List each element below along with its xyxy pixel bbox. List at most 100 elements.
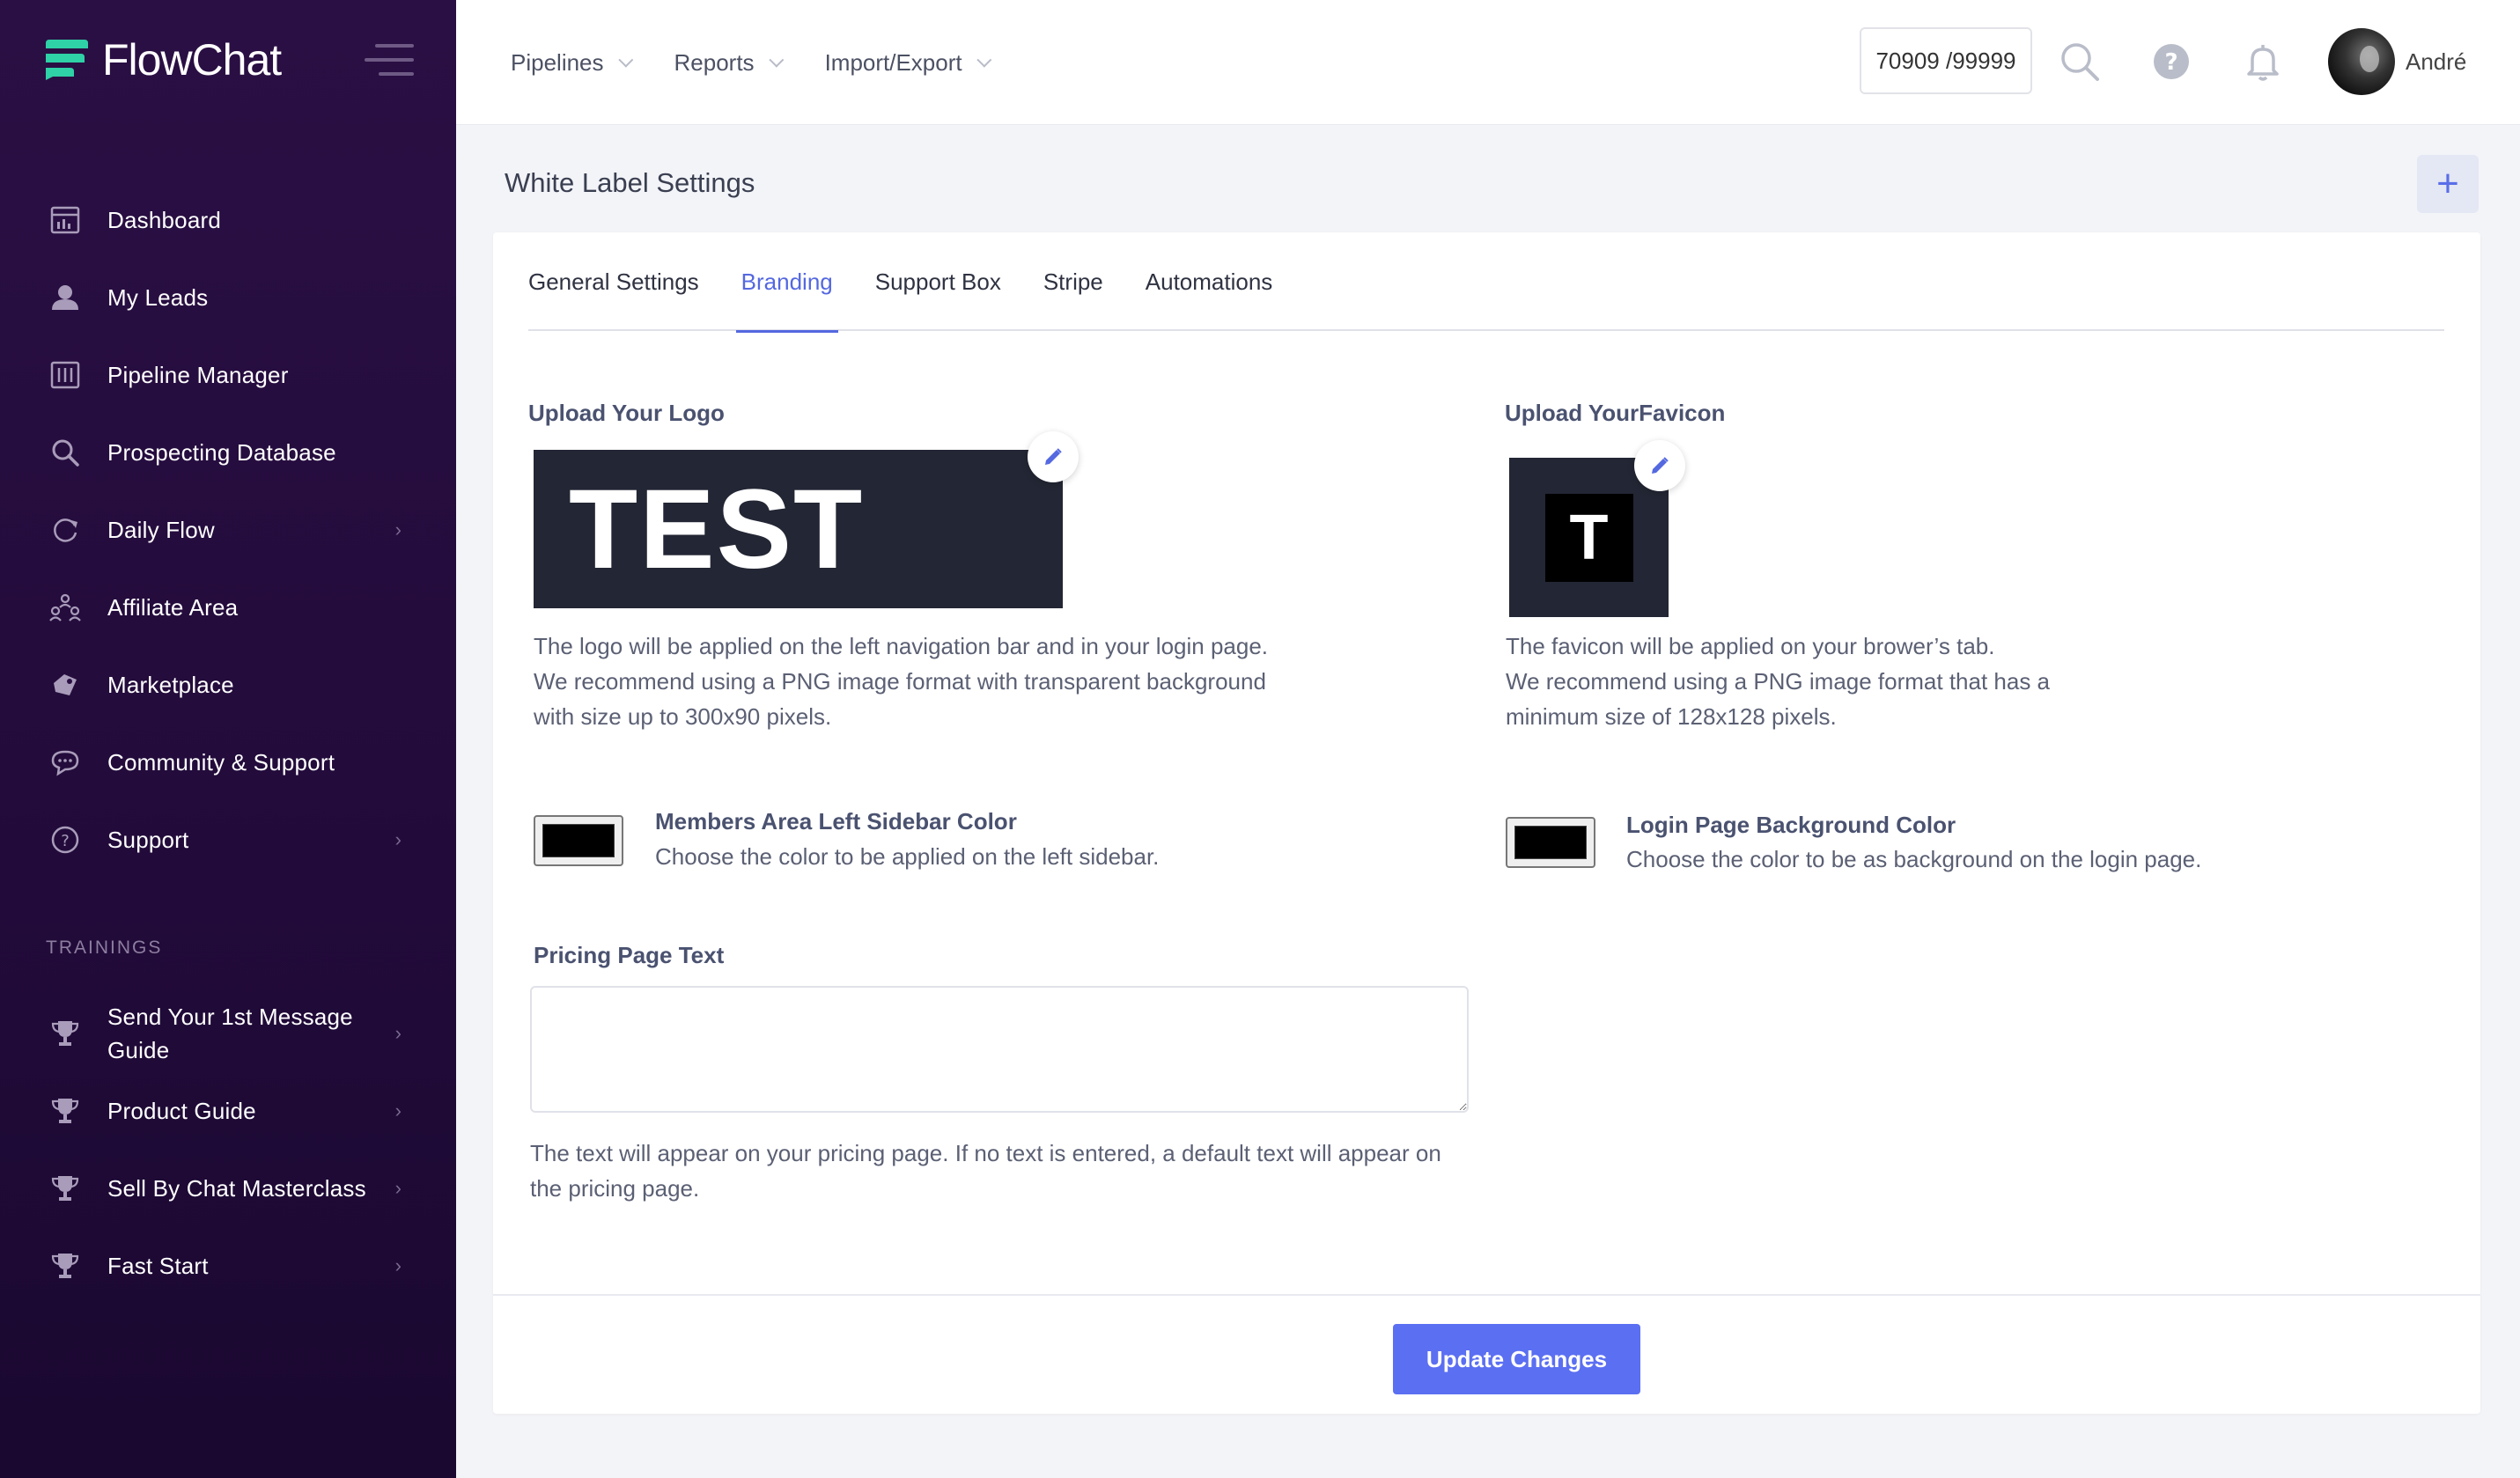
flowchat-logo-icon <box>46 40 88 80</box>
settings-card: General Settings Branding Support Box St… <box>493 232 2480 1414</box>
user-menu[interactable]: André <box>2328 28 2466 95</box>
sidebar-item-label: Fast Start <box>107 1252 209 1279</box>
login-bg-color-fill <box>1514 826 1587 859</box>
sidebar-item-label: Daily Flow <box>107 516 215 543</box>
sidebar-item-sell-by-chat-masterclass[interactable]: Sell By Chat Masterclass › <box>0 1150 456 1227</box>
tab-stripe[interactable]: Stripe <box>1043 232 1103 331</box>
affiliate-icon <box>49 592 81 623</box>
sidebar-item-affiliate-area[interactable]: Affiliate Area <box>0 569 456 646</box>
sidebar-item-product-guide[interactable]: Product Guide › <box>0 1072 456 1150</box>
user-icon <box>49 282 81 313</box>
sidebar-item-label: Prospecting Database <box>107 438 336 466</box>
tab-automations[interactable]: Automations <box>1146 232 1273 331</box>
pipeline-icon <box>49 359 81 391</box>
sidebar-item-pipeline-manager[interactable]: Pipeline Manager <box>0 336 456 414</box>
sidebar-color-label: Members Area Left Sidebar Color <box>655 808 1017 835</box>
pencil-icon <box>1652 457 1669 474</box>
sidebar-item-daily-flow[interactable]: Daily Flow › <box>0 491 456 569</box>
chevron-right-icon: › <box>394 1022 402 1044</box>
svg-text:?: ? <box>2164 49 2177 76</box>
sidebar-item-label: My Leads <box>107 283 209 311</box>
login-bg-color-label: Login Page Background Color <box>1626 812 1956 838</box>
chevron-right-icon: › <box>394 1254 402 1276</box>
logo-preview[interactable]: TEST <box>534 450 1063 608</box>
favicon-label: Upload YourFavicon <box>1505 400 1726 426</box>
trophy-icon <box>49 1250 81 1282</box>
sidebar-item-community-support[interactable]: Community & Support <box>0 724 456 801</box>
edit-favicon-button[interactable] <box>1634 440 1685 491</box>
avatar <box>2328 28 2395 95</box>
chat-icon <box>49 746 81 778</box>
login-bg-color-picker[interactable] <box>1506 817 1595 868</box>
tab-branding[interactable]: Branding <box>735 232 838 333</box>
sidebar-item-label: Marketplace <box>107 671 234 698</box>
trainings-nav: Send Your 1st Message Guide › Product Gu… <box>0 995 456 1305</box>
help-icon: ? <box>49 824 81 856</box>
bell-icon[interactable] <box>2242 40 2284 83</box>
chevron-right-icon: › <box>394 1099 402 1121</box>
pricing-text-label: Pricing Page Text <box>534 942 725 968</box>
top-menu-reports[interactable]: Reports <box>674 49 784 77</box>
sidebar-item-fast-start[interactable]: Fast Start › <box>0 1227 456 1305</box>
top-menu-pipelines[interactable]: Pipelines <box>511 49 633 77</box>
sidebar-item-marketplace[interactable]: Marketplace <box>0 646 456 724</box>
brand-name: FlowChat <box>102 35 282 85</box>
chevron-down-icon <box>617 52 633 68</box>
sidebar-color-help: Choose the color to be applied on the le… <box>655 843 1160 870</box>
logo-preview-text: TEST <box>569 466 865 592</box>
logo-help-text: The logo will be applied on the left nav… <box>534 633 1269 730</box>
svg-text:?: ? <box>61 832 70 850</box>
chevron-down-icon <box>768 52 784 68</box>
sidebar-item-my-leads[interactable]: My Leads <box>0 259 456 336</box>
favicon-help-text: The favicon will be applied on your brow… <box>1506 633 2051 730</box>
edit-logo-button[interactable] <box>1028 431 1079 482</box>
user-name: André <box>2406 48 2467 75</box>
sidebar-item-label: Sell By Chat Masterclass <box>107 1174 366 1202</box>
trainings-section-title: TRAININGS <box>46 938 163 958</box>
sidebar-item-label: Send Your 1st Message Guide <box>107 1004 353 1063</box>
sidebar-item-label: Affiliate Area <box>107 593 239 621</box>
favicon-preview-text: T <box>1544 493 1633 582</box>
sidebar-item-send-first-message-guide[interactable]: Send Your 1st Message Guide › <box>0 995 456 1072</box>
help-icon[interactable]: ? <box>2150 40 2192 83</box>
trophy-icon <box>49 1095 81 1127</box>
sidebar-item-dashboard[interactable]: Dashboard <box>0 181 456 259</box>
top-menu: Pipelines Reports Import/Export <box>511 0 1033 125</box>
search-icon <box>49 437 81 468</box>
sidebar-item-support[interactable]: ? Support › <box>0 801 456 879</box>
sidebar-item-label: Pipeline Manager <box>107 361 289 388</box>
sidebar-item-label: Community & Support <box>107 748 335 776</box>
sidebar-item-label: Support <box>107 826 189 853</box>
chevron-right-icon: › <box>394 828 402 850</box>
marketplace-icon <box>49 669 81 701</box>
sidebar-color-fill <box>542 824 615 857</box>
pricing-help-text: The text will appear on your pricing pag… <box>530 1140 1441 1202</box>
search-icon[interactable] <box>2059 40 2101 83</box>
chevron-right-icon: › <box>394 1177 402 1199</box>
credits-counter: 70909 /99999 <box>1860 27 2032 94</box>
sidebar-item-label: Dashboard <box>107 206 221 233</box>
tab-support-box[interactable]: Support Box <box>875 232 1001 331</box>
pricing-text-input[interactable] <box>530 986 1469 1113</box>
login-bg-color-help: Choose the color to be as background on … <box>1626 846 2202 872</box>
sidebar-item-label: Product Guide <box>107 1097 256 1124</box>
trophy-icon <box>49 1173 81 1204</box>
chevron-down-icon <box>976 52 991 68</box>
menu-toggle-icon[interactable] <box>365 44 414 79</box>
sidebar-item-prospecting-database[interactable]: Prospecting Database <box>0 414 456 491</box>
add-button[interactable]: + <box>2417 155 2479 213</box>
sidebar-color-picker[interactable] <box>534 815 623 866</box>
topbar: Pipelines Reports Import/Export 70909 /9… <box>456 0 2520 125</box>
update-changes-button[interactable]: Update Changes <box>1393 1324 1640 1394</box>
card-footer-divider <box>493 1294 2480 1296</box>
chevron-right-icon: › <box>394 518 402 540</box>
sidebar: FlowChat Dashboard My Leads Pipeline Man… <box>0 0 456 1478</box>
page-title: White Label Settings <box>505 167 755 198</box>
pencil-icon <box>1045 448 1062 465</box>
top-menu-import-export[interactable]: Import/Export <box>825 49 991 77</box>
sidebar-nav: Dashboard My Leads Pipeline Manager Pros… <box>0 181 456 879</box>
tab-general-settings[interactable]: General Settings <box>528 232 699 331</box>
dashboard-icon <box>49 204 81 236</box>
brand[interactable]: FlowChat <box>46 35 282 85</box>
refresh-icon <box>49 514 81 546</box>
